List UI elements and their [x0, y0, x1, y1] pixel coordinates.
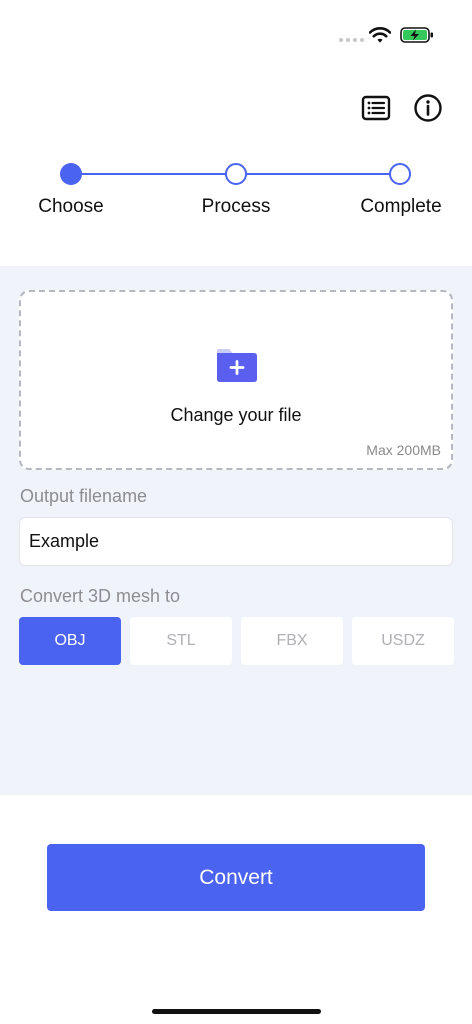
convert-format-label: Convert 3D mesh to [20, 586, 181, 606]
info-icon[interactable] [413, 93, 443, 123]
convert-button[interactable]: Convert [47, 844, 425, 911]
format-selector: OBJ STL FBX USDZ [19, 617, 454, 665]
format-option-stl[interactable]: STL [130, 617, 232, 665]
wifi-icon [369, 27, 391, 43]
output-filename-input[interactable] [19, 517, 453, 566]
folder-plus-icon [217, 349, 257, 382]
content-panel: Change your file Max 200MB Output filena… [0, 266, 472, 795]
step-dot-choose [60, 163, 82, 185]
format-option-obj[interactable]: OBJ [19, 617, 121, 665]
battery-charging-icon [400, 27, 433, 43]
stepper-connector [80, 173, 227, 175]
list-icon[interactable] [361, 93, 391, 123]
format-option-usdz[interactable]: USDZ [352, 617, 454, 665]
stepper-connector [245, 173, 390, 175]
file-dropzone[interactable]: Change your file Max 200MB [19, 290, 453, 470]
dropzone-title: Change your file [170, 405, 302, 425]
format-option-fbx[interactable]: FBX [241, 617, 343, 665]
step-label-choose: Choose [38, 196, 104, 217]
step-label-process: Process [201, 196, 271, 217]
output-filename-label: Output filename [20, 486, 148, 506]
step-dot-process [225, 163, 247, 185]
step-dot-complete [389, 163, 411, 185]
progress-stepper: Choose Process Complete [0, 160, 472, 230]
step-label-complete: Complete [360, 196, 442, 217]
home-indicator [152, 1009, 321, 1014]
cellular-signal-icon [339, 38, 364, 42]
max-size-label: Max 200MB [366, 442, 441, 458]
status-bar [0, 0, 472, 60]
